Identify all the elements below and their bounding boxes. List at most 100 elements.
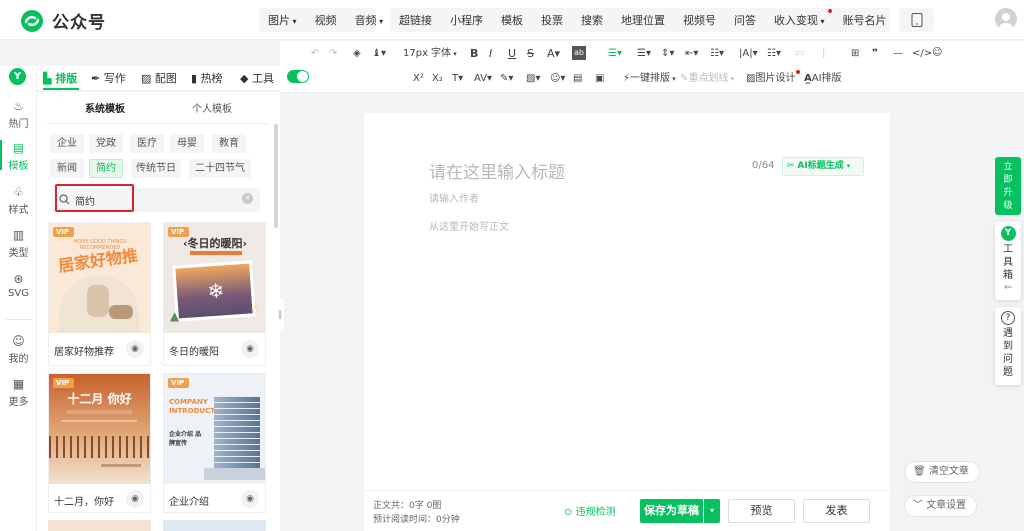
chip-news[interactable]: 新闻 <box>50 159 84 178</box>
image-icon[interactable]: ▧▾ <box>526 72 540 86</box>
save-draft-button[interactable]: 保存为草稿 <box>640 499 703 523</box>
panel-scrollbar[interactable] <box>274 124 278 228</box>
indent-icon[interactable]: ⇤▾ <box>685 47 698 61</box>
insert-audio[interactable]: 音频 ▾ <box>346 12 393 28</box>
italic-icon[interactable]: I <box>489 47 492 61</box>
save-dropdown-icon[interactable]: ▾ <box>704 499 720 523</box>
tab-hot[interactable]: ▮ 热榜 <box>191 70 223 86</box>
rail-template[interactable]: ▤ 模板 <box>0 142 37 173</box>
insert-search[interactable]: 搜索 <box>572 12 612 28</box>
body-input[interactable]: 从这里开始写正文 <box>429 218 509 233</box>
line-height-icon[interactable]: ☰▾ <box>637 47 651 61</box>
publish-button[interactable]: 发表 <box>803 499 870 523</box>
undo-icon[interactable]: ↶ <box>311 47 319 61</box>
compliance-check[interactable]: ⊙ 违规检测 <box>564 503 616 518</box>
format-painter-icon[interactable]: ♝▾ <box>372 47 386 61</box>
emoji-icon[interactable]: ☺ <box>932 46 942 60</box>
author-input[interactable]: 请输入作者 <box>429 190 479 205</box>
underline-icon[interactable]: U <box>508 47 516 61</box>
clear-icon[interactable]: ✕ <box>242 193 253 204</box>
redo-icon[interactable]: ↷ <box>329 47 337 61</box>
rail-hot[interactable]: ♨ 热门 <box>0 100 37 131</box>
font-size-select[interactable]: 17px <box>403 47 428 61</box>
spacing-icon[interactable]: ⇕▾ <box>661 47 674 61</box>
horizontal-rule-icon[interactable]: — <box>893 47 903 61</box>
code-icon[interactable]: </> <box>912 47 932 61</box>
toggle-switch[interactable] <box>287 70 309 83</box>
html-icon[interactable]: ▤ <box>573 72 582 86</box>
preview-button[interactable]: 预览 <box>728 499 795 523</box>
paragraph-icon[interactable]: ☷▾ <box>767 47 781 61</box>
eraser-icon[interactable]: ◈ <box>353 47 361 61</box>
insert-location[interactable]: 地理位置 <box>612 12 674 28</box>
chip-enterprise[interactable]: 企业 <box>50 134 84 153</box>
template-card[interactable]: VIP ‹冬日的暖阳› ❄ ▲ ☃ 冬日的暖阳 ◉ <box>163 222 266 366</box>
font-family-select[interactable]: 字体 ▾ <box>431 47 457 61</box>
rail-mine[interactable]: ☺ 我的 <box>0 335 37 366</box>
template-card[interactable]: VIP HOME GOOD THINGS RECOMMENDED 居家好物推荐 … <box>48 222 151 366</box>
chip-party[interactable]: 党政 <box>89 134 123 153</box>
ai-title-button[interactable]: ✂ AI标题生成 ▾ <box>782 157 864 176</box>
collapse-handle[interactable]: ‖ <box>276 298 284 332</box>
preview-eye-icon[interactable]: ◉ <box>241 340 259 358</box>
font-color-icon[interactable]: A▾ <box>547 47 560 61</box>
superscript-icon[interactable]: X² <box>413 72 424 86</box>
table-icon[interactable]: ⊞ <box>851 47 859 61</box>
background-color-icon[interactable]: ab <box>572 46 586 60</box>
bold-icon[interactable]: B <box>470 47 478 61</box>
template-card[interactable]: VIP 十二月 你好 十二月，你好 ◉ <box>48 373 151 513</box>
rail-more[interactable]: ▦ 更多 <box>0 378 37 409</box>
insert-link[interactable]: 超链接 <box>390 12 441 28</box>
tab-images[interactable]: ▨ 配图 <box>141 70 177 86</box>
insert-vote[interactable]: 投票 <box>532 12 572 28</box>
chip-education[interactable]: 教育 <box>212 134 246 153</box>
tab-writing[interactable]: ✒ 写作 <box>91 70 126 86</box>
rail-type[interactable]: ▥ 类型 <box>0 229 37 260</box>
title-input[interactable]: 请在这里输入标题 <box>429 158 565 183</box>
insert-video[interactable]: 视频 <box>306 12 346 28</box>
avatar[interactable] <box>995 8 1017 30</box>
one-click-layout[interactable]: ⚡一键排版 ▾ <box>623 72 676 86</box>
char-spacing-icon[interactable]: AV▾ <box>474 72 492 86</box>
template-card[interactable]: VIP COMPANY INTRODUCTION 企业介绍 品牌宣传 企业介绍 … <box>163 373 266 513</box>
logo[interactable]: 公众号 <box>20 8 106 33</box>
highlight-underline[interactable]: ✎重点划线 ▾ <box>680 72 734 86</box>
template-card-partial[interactable] <box>163 520 266 531</box>
phone-preview-button[interactable] <box>899 8 934 32</box>
insert-template[interactable]: 模板 <box>492 12 532 28</box>
rail-svg[interactable]: ⊛ SVG <box>0 273 37 300</box>
toolbox-button[interactable]: Y 工具箱 ⇐ <box>995 222 1021 300</box>
chip-maternal[interactable]: 母婴 <box>170 134 204 153</box>
insert-miniprogram[interactable]: 小程序 <box>441 12 492 28</box>
strikethrough-icon[interactable]: S <box>527 47 534 61</box>
list-icon[interactable]: ☷▾ <box>710 47 724 61</box>
text-format-icon[interactable]: T▾ <box>452 72 463 86</box>
chip-medical[interactable]: 医疗 <box>130 134 164 153</box>
quote-icon[interactable]: ❞ <box>872 47 878 61</box>
insert-image[interactable]: 图片 ▾ <box>259 12 306 28</box>
ai-layout[interactable]: A̲AI排版 <box>804 72 842 86</box>
subtab-personal[interactable]: 个人模板 <box>192 100 232 115</box>
tab-layout[interactable]: ▙ 排版 <box>43 70 77 86</box>
insert-monetize[interactable]: 收入变现 ▾ <box>765 9 834 28</box>
tab-tools[interactable]: ◆ 工具 <box>240 70 274 86</box>
article-settings-button[interactable]: ﹀ 文章设置 <box>904 495 978 517</box>
help-button[interactable]: ? 遇到问题 <box>995 307 1021 385</box>
preview-eye-icon[interactable]: ◉ <box>126 490 144 508</box>
template-card-partial[interactable] <box>48 520 151 531</box>
letter-spacing-icon[interactable]: |A|▾ <box>739 47 758 61</box>
magic-wand-icon[interactable]: ✎▾ <box>500 72 513 86</box>
insert-account-card[interactable]: 账号名片 <box>834 12 896 28</box>
preview-eye-icon[interactable]: ◉ <box>241 490 259 508</box>
emoji2-icon[interactable]: ☺▾ <box>550 72 565 86</box>
insert-qa[interactable]: 问答 <box>725 12 765 28</box>
preview-eye-icon[interactable]: ◉ <box>126 340 144 358</box>
upgrade-button[interactable]: 立即升级 <box>995 157 1021 215</box>
insert-channels[interactable]: 视频号 <box>674 12 725 28</box>
align-icon[interactable]: ☰▾ <box>608 47 622 61</box>
subtab-system[interactable]: 系统模板 <box>85 100 125 115</box>
rail-style[interactable]: ♧ 样式 <box>0 186 37 217</box>
clear-article-button[interactable]: 🗑 清空文章 <box>904 461 980 483</box>
image-design[interactable]: ▨图片设计 <box>746 70 801 86</box>
briefcase-icon[interactable]: ▣ <box>595 72 604 86</box>
